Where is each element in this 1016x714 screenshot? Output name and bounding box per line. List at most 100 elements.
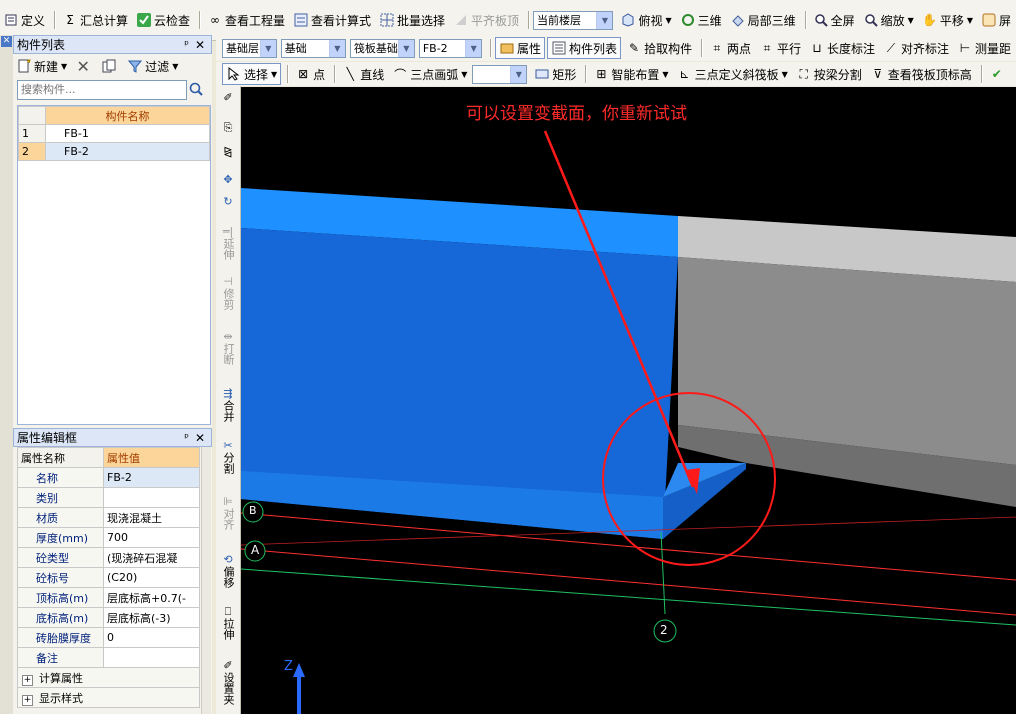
property-row[interactable]: 砼标号 (C20)	[17, 567, 200, 588]
screen-rotate-button[interactable]: 屏	[978, 9, 1014, 31]
expand-icon[interactable]: +	[22, 694, 33, 706]
select-button[interactable]: 选择 ▼	[222, 63, 282, 85]
chevron-down-icon: ▼	[781, 69, 788, 79]
parallel-button[interactable]: ⌗ 平行	[756, 37, 804, 59]
close-icon[interactable]: ✕	[195, 38, 205, 52]
align-slab-top-button[interactable]: 平齐板顶	[450, 9, 522, 31]
pin-icon[interactable]: ᵖ	[184, 38, 189, 51]
view-quantity-button[interactable]: ∞ 查看工程量	[204, 9, 288, 31]
property-row[interactable]: 砼类型 (现浇碎石混凝	[17, 547, 200, 568]
property-value[interactable]	[103, 647, 200, 668]
property-group-row[interactable]: + 显示样式	[17, 687, 200, 708]
category-select[interactable]: 基础 ▼	[280, 38, 346, 58]
zoom-button[interactable]: 缩放 ▼	[860, 9, 917, 31]
rectangle-button[interactable]: 矩形	[531, 63, 579, 85]
rotate-button[interactable]: ↻	[218, 196, 238, 208]
property-row[interactable]: 名称 FB-2	[17, 467, 200, 488]
property-value[interactable]: 700	[103, 527, 200, 548]
properties-button[interactable]: 属性	[495, 37, 546, 59]
smart-place-button[interactable]: ⊞ 智能布置 ▼	[590, 63, 671, 85]
close-icon[interactable]: ✕	[195, 431, 205, 445]
confirm-button[interactable]: ✔	[986, 63, 1010, 85]
three-point-slope-button[interactable]: ⊾ 三点定义斜筏板 ▼	[674, 63, 791, 85]
arc-mode-select[interactable]: ▼	[472, 64, 528, 84]
break-button[interactable]: ⇹ 打断	[218, 331, 238, 366]
drawing-viewport[interactable]: 可以设置变截面，你重新试试 B A 2 Z	[241, 87, 1016, 714]
extend-button[interactable]: ═| 延伸	[218, 226, 238, 261]
local-3d-button[interactable]: 局部三维	[727, 9, 799, 31]
align-button[interactable]: ⊫ 对齐	[218, 496, 238, 531]
property-row[interactable]: 顶标高(m) 层底标高+0.7(-	[17, 587, 200, 608]
mirror-button[interactable]: ⎘	[218, 122, 238, 134]
batch-select-button[interactable]: 批量选择	[376, 9, 448, 31]
close-icon[interactable]: ✕	[1, 36, 12, 47]
floor-select[interactable]: 基础层 ▼	[222, 38, 277, 58]
component-list-title: 构件列表	[17, 38, 66, 52]
property-row[interactable]: 厚度(mm) 700	[17, 527, 200, 548]
property-row[interactable]: 材质 现浇混凝土	[17, 507, 200, 528]
move-button[interactable]: ✥	[218, 174, 238, 186]
view-slab-top-elevation-button[interactable]: ⊽ 查看筏板顶标高	[867, 63, 975, 85]
property-value[interactable]: (现浇碎石混凝	[103, 547, 200, 568]
column-header-name[interactable]: 构件名称	[45, 106, 210, 125]
merge-button[interactable]: ⇶ 合并	[218, 388, 238, 423]
search-icon[interactable]	[188, 81, 206, 99]
delete-component-button[interactable]: ✕	[72, 55, 96, 77]
type-select[interactable]: 筏板基础 ▼	[349, 38, 415, 58]
property-value[interactable]: (C20)	[103, 567, 200, 588]
mirror2-button[interactable]: ⧎	[218, 146, 238, 158]
align-dim-button[interactable]: ⟋ 对齐标注	[880, 37, 952, 59]
pan-button[interactable]: ✋ 平移 ▼	[919, 9, 976, 31]
two-points-icon: ⌗	[713, 40, 721, 55]
length-dim-button[interactable]: ⊔ 长度标注	[806, 37, 878, 59]
property-row[interactable]: 砖胎膜厚度 0	[17, 627, 200, 648]
fullscreen-button[interactable]: 全屏	[810, 9, 858, 31]
component-select[interactable]: FB-2 ▼	[418, 38, 483, 58]
stretch-button[interactable]: ⎕ 拉伸	[218, 606, 238, 641]
define-button[interactable]: 定义	[0, 9, 48, 31]
sum-calc-button[interactable]: Σ 汇总计算	[59, 9, 131, 31]
property-value[interactable]: 层底标高+0.7(-	[103, 587, 200, 608]
line-button[interactable]: ╲ 直线	[339, 63, 387, 85]
three-d-button[interactable]: 三维	[677, 9, 725, 31]
table-row[interactable]: 1 FB-1	[18, 124, 210, 143]
pin-icon[interactable]: ᵖ	[184, 431, 189, 444]
property-row[interactable]: 类别	[17, 487, 200, 508]
cloud-check-button[interactable]: 云检查	[133, 9, 193, 31]
pick-component-button[interactable]: ✎ 拾取构件	[623, 37, 695, 59]
trim-button[interactable]: ⊣ 修剪	[218, 276, 238, 311]
measure-distance-button[interactable]: ⊢ 测量距	[954, 37, 1014, 59]
offset-button[interactable]: ⟲ 偏移	[218, 554, 238, 589]
chevron-down-icon: ▼	[510, 65, 527, 83]
table-header-row: 构件名称	[18, 106, 210, 125]
point-button[interactable]: ⊠ 点	[292, 63, 328, 85]
property-value[interactable]: FB-2	[103, 467, 200, 488]
split-button[interactable]: ✂ 分割	[218, 440, 238, 475]
split-by-beam-button[interactable]: ⛶ 按梁分割	[793, 63, 865, 85]
arc-3-point-button[interactable]: ⌒ 三点画弧 ▼	[389, 63, 470, 85]
expand-icon[interactable]: +	[22, 674, 33, 686]
two-points-button[interactable]: ⌗ 两点	[706, 37, 754, 59]
property-value[interactable]: 0	[103, 627, 200, 648]
new-component-button[interactable]: 新建 ▼	[13, 55, 70, 77]
copy-component-button[interactable]	[98, 55, 122, 77]
set-slope-button[interactable]: ✐ 设置夹	[218, 660, 238, 706]
current-floor-select[interactable]: 当前楼层 ▼	[533, 10, 614, 30]
property-value-header: 属性值	[103, 447, 200, 468]
view-formula-button[interactable]: 查看计算式	[290, 9, 374, 31]
pencil-button[interactable]: ✐	[218, 92, 238, 104]
property-row[interactable]: 底标高(m) 层底标高(-3)	[17, 607, 200, 628]
property-value[interactable]: 现浇混凝土	[103, 507, 200, 528]
property-row[interactable]: 备注	[17, 647, 200, 668]
chevron-down-icon: ▼	[465, 39, 482, 57]
property-value[interactable]	[103, 487, 200, 508]
property-group-row[interactable]: + 计算属性	[17, 667, 200, 688]
top-view-button[interactable]: 俯视 ▼	[617, 9, 674, 31]
component-list-button[interactable]: 构件列表	[547, 37, 622, 59]
filter-button[interactable]: 过滤 ▼	[124, 55, 181, 77]
search-input[interactable]	[18, 81, 184, 97]
table-row-selected[interactable]: 2 FB-2	[18, 142, 210, 161]
property-value[interactable]: 层底标高(-3)	[103, 607, 200, 628]
scrollbar[interactable]	[201, 447, 211, 714]
chevron-down-icon: ▼	[461, 69, 468, 79]
